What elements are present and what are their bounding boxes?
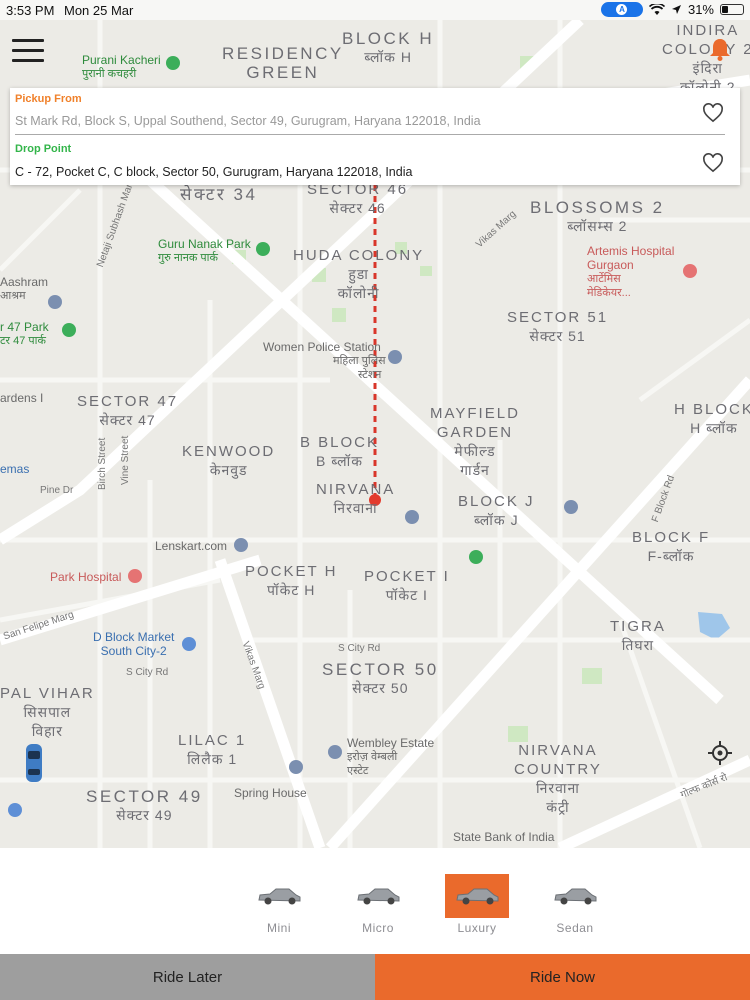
map-area-label: B BLOCK B ब्लॉक — [300, 434, 380, 469]
status-right: A 31% — [600, 2, 744, 17]
vehicle-option-mini[interactable]: Mini — [247, 874, 311, 938]
poi-label[interactable]: emas — [0, 462, 29, 476]
pickup-label: Pickup From — [15, 93, 82, 105]
heart-icon[interactable] — [702, 103, 724, 123]
ride-later-button[interactable]: Ride Later — [0, 954, 375, 1000]
drop-field[interactable]: C - 72, Pocket C, C block, Sector 50, Gu… — [15, 165, 412, 179]
map-area-label: BLOCK H ब्लॉक H — [342, 29, 435, 65]
poi-label[interactable]: State Bank of India — [453, 830, 554, 844]
poi-label[interactable]: Artemis Hospital Gurgaon आर्टेमिस मेडिकेयर.… — [587, 244, 674, 300]
location-arrow-icon — [671, 5, 681, 14]
shopping-marker-icon[interactable] — [182, 637, 196, 651]
map-area-label: SECTOR 51 सेक्टर 51 — [507, 309, 609, 344]
road-label: Vine Street — [120, 435, 131, 485]
atm-marker-icon[interactable] — [469, 550, 483, 564]
crosshair-icon[interactable] — [700, 733, 740, 773]
park-marker-icon[interactable] — [62, 323, 76, 337]
road-label: Pine Dr — [40, 485, 74, 496]
poi-label[interactable]: r 47 Park टर 47 पार्क — [0, 320, 49, 348]
bottom-actions: Ride Later Ride Now — [0, 954, 750, 1000]
poi-label[interactable]: Aashram आश्रम — [0, 275, 48, 303]
map-area-label: NIRVANA COUNTRY निरवाना कंट्री — [514, 742, 602, 815]
map-area-label: H BLOCK H ब्लॉक — [674, 401, 750, 436]
vehicle-label: Micro — [362, 921, 394, 935]
vehicle-selector: Mini Micro Luxury Sedan — [0, 848, 750, 954]
map-area-label: BLOCK J ब्लॉक J — [458, 493, 535, 528]
map-area-label: LILAC 1 लिलैक 1 — [178, 732, 247, 767]
car-icon — [357, 888, 400, 905]
shopping-marker-icon[interactable] — [8, 803, 22, 817]
place-marker-icon[interactable] — [405, 510, 419, 524]
map-area-label: BLOCK F F-ब्लॉक — [632, 529, 711, 564]
hospital-marker-icon[interactable] — [128, 569, 142, 583]
map-area-label: TIGRA तिघरा — [610, 618, 666, 653]
map-area-label: SECTOR 50 सेक्टर 50 — [322, 660, 439, 696]
map-area-label: PAL VIHAR सिसपाल विहार — [0, 685, 95, 739]
map-area-label: SECTOR 46 सेक्टर 46 — [307, 181, 409, 216]
map-area-label: RESIDENCY GREEN — [222, 44, 344, 82]
map-area-label: BLOSSOMS 2 ब्लॉसम्स 2 — [530, 198, 665, 234]
vehicle-option-luxury[interactable]: Luxury — [445, 874, 509, 938]
map-area-label: INDIRA COLONY 2 इंदिरा कॉलोनी 2 — [662, 22, 750, 95]
vehicle-option-sedan[interactable]: Sedan — [543, 874, 607, 938]
map-area-label: MAYFIELD GARDEN मेफील्ड गार्डन — [430, 405, 520, 478]
poi-label[interactable]: Guru Nanak Park गुरु नानक पार्क — [158, 237, 251, 265]
ride-now-button[interactable]: Ride Now — [375, 954, 750, 1000]
pickup-field[interactable]: St Mark Rd, Block S, Uppal Southend, Sec… — [15, 114, 481, 128]
map-area-label: POCKET H पॉकेट H — [245, 563, 338, 598]
map-area-label: POCKET I पॉकेट I — [364, 568, 450, 603]
poi-label[interactable]: D Block Market South City-2 — [93, 630, 174, 658]
navigation-indicator-icon: A — [600, 2, 643, 17]
status-date: Mon 25 Mar — [64, 3, 134, 18]
map-area-label: सेक्टर 34 — [180, 185, 258, 204]
poi-label[interactable]: Wembley Estate इरोज़ वेम्बली एस्टेट — [347, 736, 434, 778]
poi-label[interactable]: Park Hospital — [50, 570, 121, 584]
vehicle-label: Sedan — [556, 921, 594, 935]
road-label: S City Rd — [338, 643, 381, 654]
poi-label[interactable]: ardens I — [0, 391, 43, 405]
police-marker-icon[interactable] — [388, 350, 402, 364]
poi-label[interactable]: Purani Kacheri पुरानी कचहरी — [82, 53, 161, 81]
battery-fill — [722, 6, 729, 13]
vehicle-option-micro[interactable]: Micro — [346, 874, 410, 938]
divider — [15, 134, 725, 135]
car-marker-icon — [26, 744, 42, 782]
map-view[interactable]: RESIDENCY GREEN BLOCK H ब्लॉक H INDIRA COLO… — [0, 20, 750, 848]
road-label: Birch Street — [97, 437, 108, 490]
car-icon — [258, 888, 301, 905]
park-marker-icon[interactable] — [256, 242, 270, 256]
place-marker-icon[interactable] — [564, 500, 578, 514]
place-marker-icon[interactable] — [328, 745, 342, 759]
vehicle-label: Luxury — [457, 921, 497, 935]
route-card: Pickup From St Mark Rd, Block S, Uppal S… — [10, 88, 740, 185]
hamburger-menu-icon[interactable] — [12, 39, 44, 63]
poi-label[interactable]: Lenskart.com — [155, 539, 227, 553]
heart-icon[interactable] — [702, 153, 724, 173]
poi-label[interactable]: Women Police Station महिला पुलिस स्टेशन — [263, 340, 386, 382]
hospital-marker-icon[interactable] — [683, 264, 697, 278]
map-area-label: KENWOOD केनवुड — [182, 443, 276, 478]
place-marker-icon[interactable] — [234, 538, 248, 552]
battery-percent: 31% — [687, 2, 714, 17]
bell-icon[interactable] — [707, 36, 733, 62]
drop-label: Drop Point — [15, 143, 72, 155]
road-label: S City Rd — [126, 667, 169, 678]
car-icon — [554, 888, 597, 905]
place-marker-icon[interactable] — [48, 295, 62, 309]
battery-icon — [720, 4, 744, 15]
map-area-label: SECTOR 47 सेक्टर 47 — [77, 393, 179, 428]
map-area-label: HUDA COLONY हुडा कॉलोनी — [293, 247, 425, 301]
car-icon — [456, 888, 499, 905]
status-time: 3:53 PM — [6, 3, 55, 18]
status-bar: 3:53 PM Mon 25 Mar A 31% — [0, 0, 750, 20]
map-area-label: NIRVANA निरवाना — [316, 481, 396, 516]
place-marker-icon[interactable] — [289, 760, 303, 774]
poi-label[interactable]: Spring House — [234, 786, 307, 800]
wifi-icon — [648, 3, 665, 15]
vehicle-label: Mini — [266, 921, 291, 935]
park-marker-icon[interactable] — [166, 56, 180, 70]
map-area-label: SECTOR 49 सेक्टर 49 — [86, 787, 203, 823]
